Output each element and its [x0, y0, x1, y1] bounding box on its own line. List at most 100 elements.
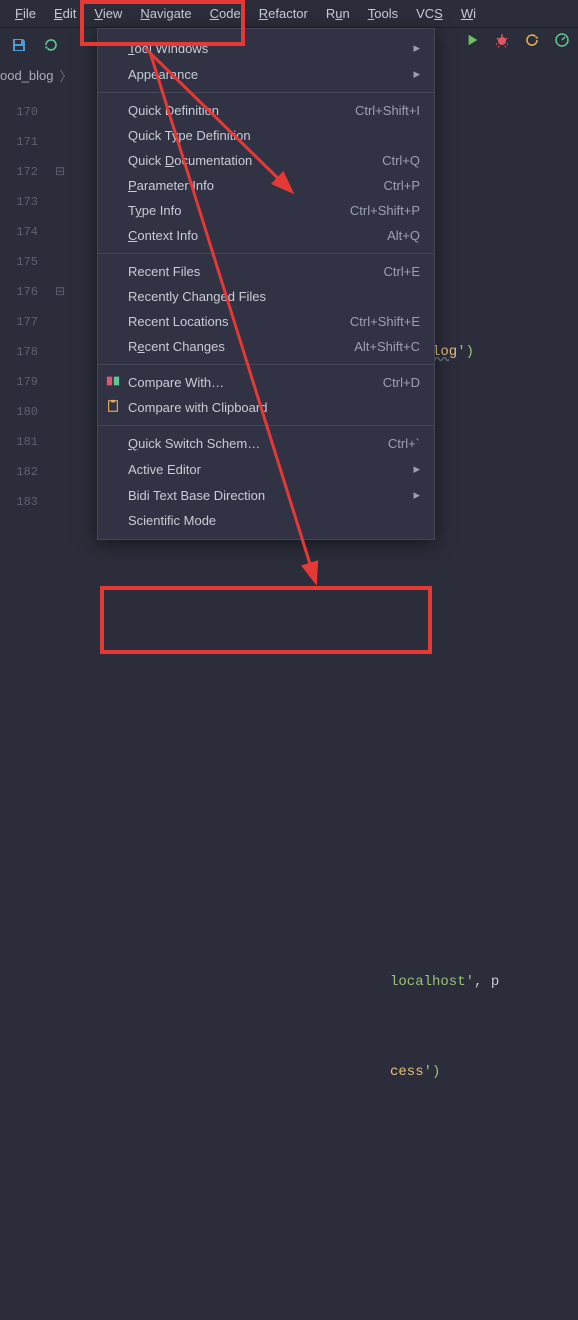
line-number: 173 [0, 187, 38, 217]
submenu-arrow-icon: ▸ [413, 40, 420, 56]
menu-item-parameter-info[interactable]: Parameter InfoCtrl+P [98, 173, 434, 198]
menu-item-label: Parameter Info [128, 178, 384, 193]
line-number: 171 [0, 127, 38, 157]
menu-vcs[interactable]: VCS [407, 2, 452, 25]
menu-item-recently-changed-files[interactable]: Recently Changed Files [98, 284, 434, 309]
fold-toggle-icon[interactable]: ⊟ [50, 277, 70, 307]
code-text: ') [457, 344, 474, 360]
menubar: FileEditViewNavigateCodeRefactorRunTools… [0, 0, 578, 28]
compare-icon [104, 374, 122, 391]
menu-shortcut: Ctrl+Shift+I [355, 103, 420, 118]
menu-edit[interactable]: Edit [45, 2, 85, 25]
profiler-icon[interactable] [554, 32, 570, 51]
menu-separator [98, 92, 434, 93]
menu-item-label: Quick Definition [128, 103, 355, 118]
menu-item-label: Recent Changes [128, 339, 354, 354]
menu-item-label: Active Editor [128, 462, 405, 477]
menu-separator [98, 364, 434, 365]
line-number: 176 [0, 277, 38, 307]
menu-item-label: Recent Locations [128, 314, 350, 329]
code-text: , p [474, 974, 499, 990]
menu-item-label: Tool Windows [128, 41, 405, 56]
menu-item-label: Recently Changed Files [128, 289, 420, 304]
menu-shortcut: Alt+Shift+C [354, 339, 420, 354]
menu-shortcut: Ctrl+Shift+E [350, 314, 420, 329]
menu-separator [98, 425, 434, 426]
menu-item-type-info[interactable]: Type InfoCtrl+Shift+P [98, 198, 434, 223]
menu-item-label: Recent Files [128, 264, 384, 279]
run-icon[interactable] [466, 33, 480, 50]
menu-item-quick-documentation[interactable]: Quick DocumentationCtrl+Q [98, 148, 434, 173]
view-menu-dropdown: Tool Windows ▸ Appearance ▸ Quick Definition… [97, 28, 435, 540]
menu-item-recent-locations[interactable]: Recent LocationsCtrl+Shift+E [98, 309, 434, 334]
menu-item-quick-definition[interactable]: Quick DefinitionCtrl+Shift+I [98, 98, 434, 123]
menu-shortcut: Ctrl+E [384, 264, 420, 279]
line-number: 174 [0, 217, 38, 247]
menu-navigate[interactable]: Navigate [131, 2, 200, 25]
line-number: 170 [0, 97, 38, 127]
menu-item-label: Context Info [128, 228, 387, 243]
menu-run[interactable]: Run [317, 2, 359, 25]
menu-item-tool-windows[interactable]: Tool Windows ▸ [98, 35, 434, 61]
menu-item-label: Appearance [128, 67, 405, 82]
menu-item-recent-changes[interactable]: Recent ChangesAlt+Shift+C [98, 334, 434, 359]
menu-shortcut: Ctrl+Shift+P [350, 203, 420, 218]
line-number: 178 [0, 337, 38, 367]
menu-shortcut: Ctrl+` [388, 436, 420, 451]
chevron-right-icon: 〉 [60, 66, 73, 85]
menu-item-quick-type-definition[interactable]: Quick Type Definition [98, 123, 434, 148]
menu-tools[interactable]: Tools [359, 2, 407, 25]
line-number: 177 [0, 307, 38, 337]
code-text: cess [390, 1064, 424, 1080]
menu-item-label: Quick Type Definition [128, 128, 420, 143]
debug-icon[interactable] [494, 32, 510, 51]
line-number: 183 [0, 487, 38, 517]
line-number: 179 [0, 367, 38, 397]
menu-item-label: Quick Documentation [128, 153, 382, 168]
menu-refactor[interactable]: Refactor [250, 2, 317, 25]
menu-shortcut: Alt+Q [387, 228, 420, 243]
menu-item-recent-files[interactable]: Recent FilesCtrl+E [98, 259, 434, 284]
submenu-arrow-icon: ▸ [413, 461, 420, 477]
code-text: localhost' [390, 974, 474, 990]
clipboard-icon [104, 399, 122, 416]
menu-item-active-editor[interactable]: Active Editor ▸ [98, 456, 434, 482]
menu-file[interactable]: File [6, 2, 45, 25]
menu-item-context-info[interactable]: Context InfoAlt+Q [98, 223, 434, 248]
menu-item-label: Compare with Clipboard [128, 400, 420, 415]
menu-item-bidi-text-base-direction[interactable]: Bidi Text Base Direction ▸ [98, 482, 434, 508]
menu-wi[interactable]: Wi [452, 2, 485, 25]
line-number: 182 [0, 457, 38, 487]
menu-item-compare-with-clipboard[interactable]: Compare with Clipboard [98, 395, 434, 420]
gutter: 1701711721731741751761771781791801811821… [0, 93, 50, 663]
menu-shortcut: Ctrl+Q [382, 153, 420, 168]
code-text: ') [424, 1064, 441, 1080]
menu-item-compare-with[interactable]: Compare With…Ctrl+D [98, 370, 434, 395]
toolbar-right [466, 32, 570, 51]
line-number: 172 [0, 157, 38, 187]
run-with-icon[interactable] [524, 32, 540, 51]
fold-toggle-icon[interactable]: ⊟ [50, 157, 70, 187]
save-icon[interactable] [10, 36, 28, 54]
menu-item-appearance[interactable]: Appearance ▸ [98, 61, 434, 87]
menu-item-quick-switch-schem[interactable]: Quick Switch Schem…Ctrl+` [98, 431, 434, 456]
breadcrumb-root[interactable]: ood_blog [0, 68, 54, 83]
submenu-arrow-icon: ▸ [413, 487, 420, 503]
submenu-arrow-icon: ▸ [413, 66, 420, 82]
menu-separator [98, 253, 434, 254]
menu-item-label: Type Info [128, 203, 350, 218]
menu-item-scientific-mode[interactable]: Scientific Mode [98, 508, 434, 533]
fold-column: ⊟ ⊟ [50, 93, 70, 663]
menu-item-label: Scientific Mode [128, 513, 420, 528]
line-number: 175 [0, 247, 38, 277]
menu-item-label: Compare With… [128, 375, 383, 390]
menu-item-label: Bidi Text Base Direction [128, 488, 405, 503]
menu-shortcut: Ctrl+P [384, 178, 420, 193]
refresh-icon[interactable] [42, 36, 60, 54]
line-number: 181 [0, 427, 38, 457]
menu-view[interactable]: View [85, 2, 131, 25]
menu-shortcut: Ctrl+D [383, 375, 420, 390]
line-number: 180 [0, 397, 38, 427]
menu-item-label: Quick Switch Schem… [128, 436, 388, 451]
menu-code[interactable]: Code [201, 2, 250, 25]
